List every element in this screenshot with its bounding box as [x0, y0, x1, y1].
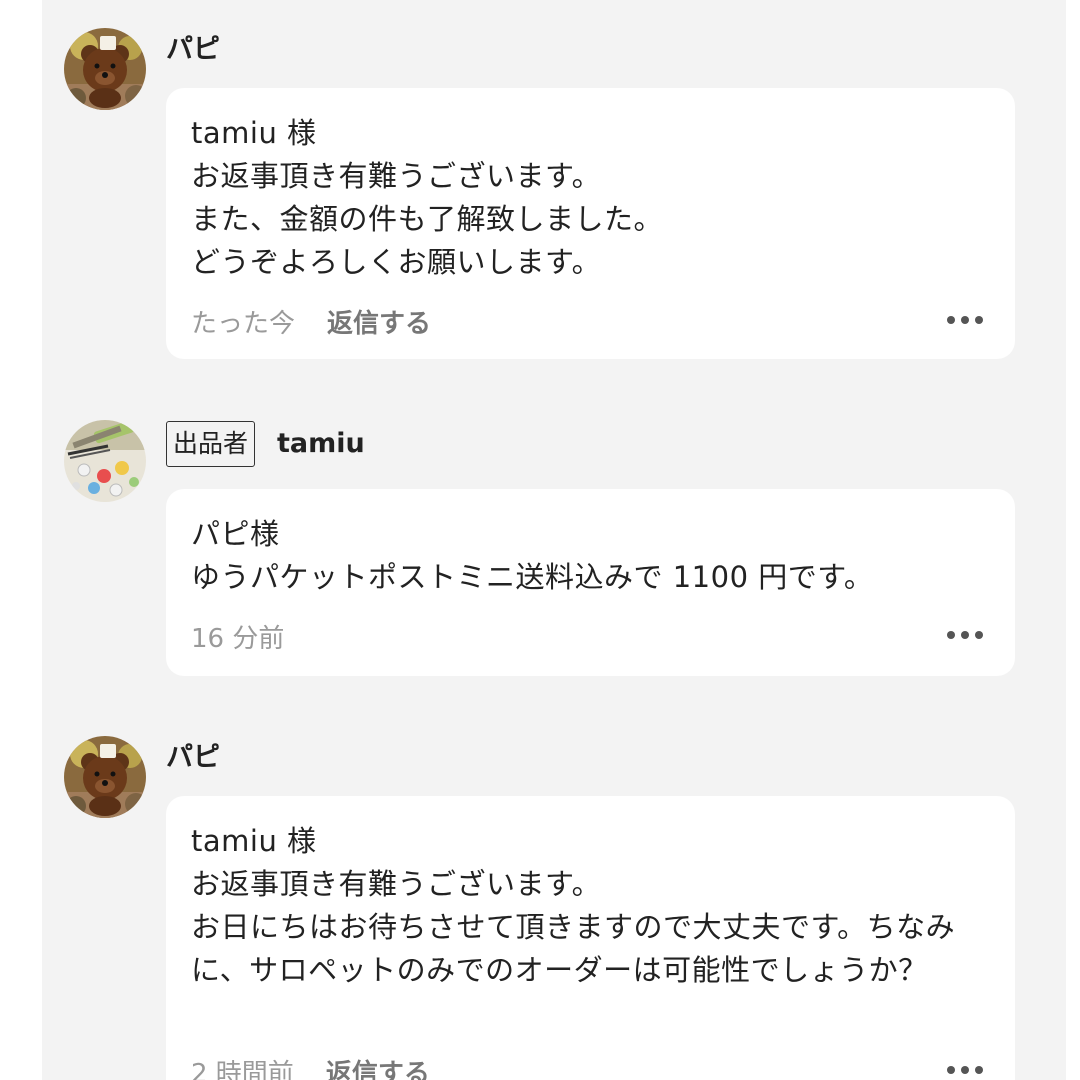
comment-header: 出品者 tamiu [166, 421, 365, 467]
comment-thread: パピ tamiu 様 お返事頂き有難うございます。 また、金額の件も了解致しまし… [42, 0, 1066, 1080]
username[interactable]: パピ [166, 738, 220, 778]
sewing-supplies-avatar-icon[interactable] [64, 420, 146, 502]
username[interactable]: パピ [166, 30, 220, 70]
comment-text: パピ様 ゆうパケットポストミニ送料込みで 1100 円です。 [191, 517, 874, 594]
more-options-icon[interactable] [947, 630, 983, 640]
timestamp: たった今 [191, 308, 296, 339]
more-options-icon[interactable] [947, 315, 983, 325]
comment-meta: 2 時間前 返信する [191, 1051, 430, 1080]
bear-avatar-icon[interactable] [64, 736, 146, 818]
timestamp: 2 時間前 [191, 1058, 294, 1080]
comment-text: tamiu 様 お返事頂き有難うございます。 また、金額の件も了解致しました。 … [191, 116, 664, 279]
dot [947, 1066, 955, 1074]
bear-avatar-icon[interactable] [64, 28, 146, 110]
dot [975, 316, 983, 324]
more-options-icon[interactable] [947, 1065, 983, 1075]
comment-bubble: tamiu 様 お返事頂き有難うございます。 また、金額の件も了解致しました。 … [166, 88, 1015, 359]
reply-button[interactable]: 返信する [327, 303, 431, 340]
dot [975, 1066, 983, 1074]
dot [961, 1066, 969, 1074]
dot [947, 631, 955, 639]
dot [961, 631, 969, 639]
timestamp: 16 分前 [191, 623, 285, 654]
reply-button[interactable]: 返信する [326, 1053, 430, 1080]
dot [975, 631, 983, 639]
comment-header: パピ [166, 30, 220, 70]
seller-badge: 出品者 [166, 421, 256, 467]
comment-text: tamiu 様 お返事頂き有難うございます。 お日にちはお待ちさせて頂きますので… [191, 824, 956, 987]
username[interactable]: tamiu [277, 424, 365, 464]
comment-header: パピ [166, 738, 220, 778]
dot [947, 316, 955, 324]
dot [961, 316, 969, 324]
comment-meta: たった今 返信する [191, 301, 431, 341]
comment-bubble: tamiu 様 お返事頂き有難うございます。 お日にちはお待ちさせて頂きますので… [166, 796, 1015, 1080]
comment-meta: 16 分前 [191, 616, 316, 656]
comment-bubble: パピ様 ゆうパケットポストミニ送料込みで 1100 円です。 16 分前 [166, 489, 1015, 676]
